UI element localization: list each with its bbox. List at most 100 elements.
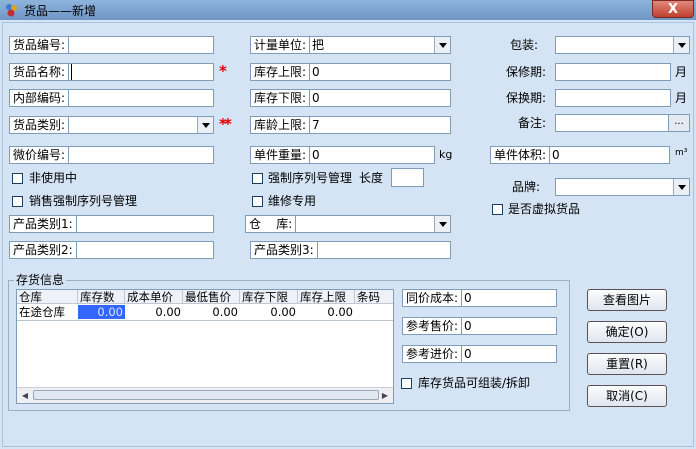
warehouse-value[interactable] [296, 216, 450, 232]
item-category-value[interactable] [69, 117, 213, 133]
sales-force-serial-label: 销售强制序列号管理 [29, 194, 138, 208]
micro-price-code-input[interactable] [69, 147, 213, 163]
product-cat3-field[interactable]: 产品类别3: [250, 241, 451, 259]
warehouse-select[interactable]: 仓 库: [245, 215, 451, 233]
assemble-checkbox[interactable] [401, 378, 412, 389]
title-bar: 货品——新增 X [0, 0, 696, 20]
same-price-cost-label: 同价成本: [403, 290, 463, 306]
inventory-group-title: 存货信息 [14, 271, 67, 289]
internal-code-input[interactable] [69, 90, 213, 106]
chevron-down-icon[interactable] [197, 117, 213, 133]
not-in-use-label: 非使用中 [29, 171, 78, 185]
stock-upper-input[interactable]: 0 [310, 64, 450, 80]
age-upper-field[interactable]: 库龄上限: 7 [250, 116, 451, 134]
product-cat3-input[interactable] [318, 242, 450, 258]
grid-cell-stock-qty[interactable]: 0.00 [78, 305, 125, 319]
same-price-cost-field[interactable]: 同价成本: 0 [402, 289, 557, 307]
product-cat1-label: 产品类别1: [10, 216, 77, 232]
ref-sale-price-label: 参考售价: [403, 318, 463, 334]
required-star-age: * [224, 115, 232, 133]
length-label: 长度 [359, 171, 384, 185]
item-code-label: 货品编号: [10, 37, 70, 53]
chevron-down-icon[interactable] [434, 216, 450, 232]
repair-only-checkbox[interactable] [252, 196, 263, 207]
product-cat1-field[interactable]: 产品类别1: [9, 215, 214, 233]
force-serial-label: 强制序列号管理 [268, 171, 353, 185]
ref-sale-price-field[interactable]: 参考售价: 0 [402, 317, 557, 335]
length-input[interactable] [391, 168, 424, 187]
micro-price-code-field[interactable]: 微价编号: [9, 146, 214, 164]
grid-cell-barcode[interactable] [355, 305, 393, 319]
stock-lower-input[interactable]: 0 [310, 90, 450, 106]
exchange-unit: 月 [675, 91, 688, 105]
packaging-label: 包装: [510, 38, 539, 52]
item-name-label: 货品名称: [10, 64, 70, 80]
scroll-left-icon[interactable]: ◀ [18, 388, 32, 403]
grid-cell-stock-lower[interactable]: 0.00 [240, 305, 298, 319]
item-category-select[interactable]: 货品类别: [9, 116, 214, 134]
exchange-input[interactable] [555, 89, 671, 107]
not-in-use-checkbox[interactable] [12, 173, 23, 184]
view-image-button[interactable]: 查看图片 [587, 289, 667, 311]
repair-only-label: 维修专用 [268, 194, 317, 208]
inventory-grid[interactable]: 仓库 库存数 成本单价 最低售价 库存下限 库存上限 条码 在途仓库 0.00 … [16, 289, 394, 404]
ref-purchase-price-field[interactable]: 参考进价: 0 [402, 345, 557, 363]
stock-lower-label: 库存下限: [251, 90, 311, 106]
unit-value[interactable]: 把 [310, 37, 450, 53]
ref-purchase-price-input[interactable]: 0 [462, 346, 556, 362]
unit-weight-input[interactable]: 0 [310, 147, 434, 163]
grid-cell-stock-upper[interactable]: 0.00 [298, 305, 355, 319]
sales-force-serial-checkbox[interactable] [12, 196, 23, 207]
grid-cell-min-price[interactable]: 0.00 [183, 305, 240, 319]
grid-cell-cost[interactable]: 0.00 [125, 305, 183, 319]
grid-header: 库存上限 [298, 290, 355, 304]
stock-upper-field[interactable]: 库存上限: 0 [250, 63, 451, 81]
product-cat2-field[interactable]: 产品类别2: [9, 241, 214, 259]
close-button[interactable]: X [652, 0, 694, 18]
remarks-browse-button[interactable]: ... [668, 114, 690, 132]
scroll-thumb[interactable] [33, 390, 379, 400]
remarks-input[interactable] [555, 114, 669, 132]
ref-sale-price-input[interactable]: 0 [462, 318, 556, 334]
virtual-item-checkbox[interactable] [492, 204, 503, 215]
stock-lower-field[interactable]: 库存下限: 0 [250, 89, 451, 107]
horizontal-scrollbar[interactable]: ◀ ▶ [17, 387, 393, 403]
grid-header: 成本单价 [125, 290, 183, 304]
internal-code-field[interactable]: 内部编码: [9, 89, 214, 107]
warranty-unit: 月 [675, 65, 688, 79]
unit-select[interactable]: 计量单位: 把 [250, 36, 451, 54]
age-upper-input[interactable]: 7 [310, 117, 450, 133]
packaging-select[interactable] [555, 36, 690, 54]
product-cat1-input[interactable] [77, 216, 213, 232]
chevron-down-icon[interactable] [673, 179, 689, 195]
unit-weight-field[interactable]: 单件重量: 0 [250, 146, 435, 164]
brand-select[interactable] [555, 178, 690, 196]
scroll-right-icon[interactable]: ▶ [378, 388, 392, 403]
same-price-cost-input[interactable]: 0 [462, 290, 556, 306]
item-name-input[interactable] [71, 64, 213, 80]
warranty-input[interactable] [555, 63, 671, 81]
age-upper-label: 库龄上限: [251, 117, 311, 133]
item-name-field[interactable]: 货品名称: [9, 63, 214, 81]
item-code-input[interactable] [69, 37, 213, 53]
grid-row-divider [17, 320, 393, 321]
product-cat2-label: 产品类别2: [10, 242, 77, 258]
force-serial-checkbox[interactable] [252, 173, 263, 184]
brand-label: 品牌: [512, 180, 541, 194]
chevron-down-icon[interactable] [673, 37, 689, 53]
unit-weight-label: 单件重量: [251, 147, 311, 163]
unit-volume-label: 单件体积: [491, 147, 551, 163]
reset-button[interactable]: 重置(R) [587, 353, 667, 375]
item-code-field[interactable]: 货品编号: [9, 36, 214, 54]
ok-button[interactable]: 确定(O) [587, 321, 667, 343]
unit-volume-input[interactable]: 0 [550, 147, 669, 163]
unit-volume-field[interactable]: 单件体积: 0 [490, 146, 670, 164]
product-cat2-input[interactable] [77, 242, 213, 258]
grid-cell-warehouse[interactable]: 在途仓库 [17, 305, 78, 319]
cancel-button[interactable]: 取消(C) [587, 385, 667, 407]
close-icon: X [667, 2, 679, 17]
required-star-name: * [219, 62, 227, 80]
warranty-label: 保修期: [506, 65, 547, 79]
chevron-down-icon[interactable] [434, 37, 450, 53]
grid-header: 最低售价 [183, 290, 240, 304]
